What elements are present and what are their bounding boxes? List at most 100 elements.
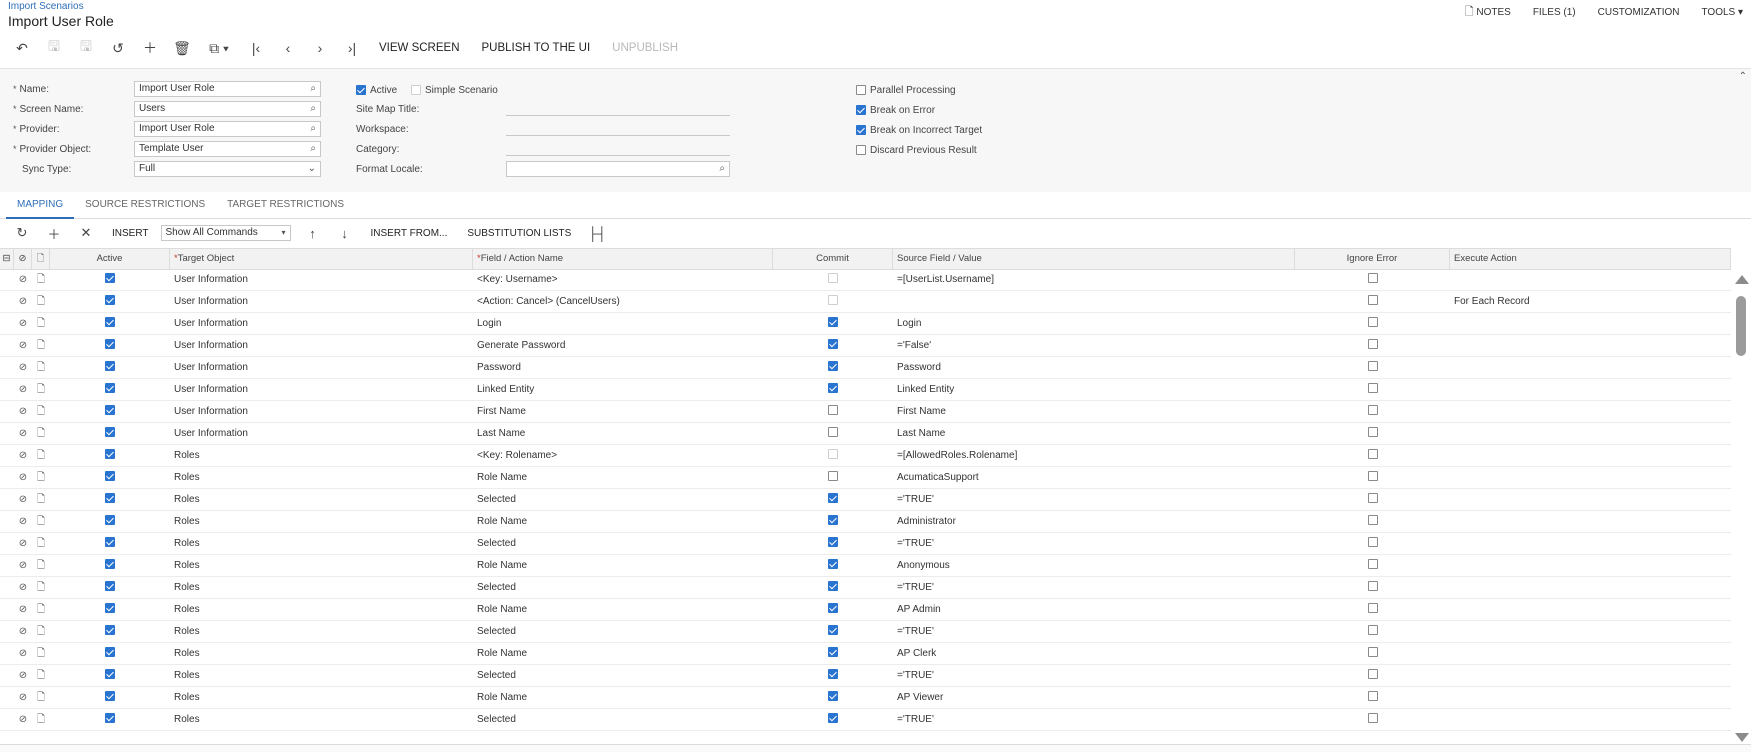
tools-button[interactable]: TOOLS ▾ <box>1701 7 1743 18</box>
ignore-error-checkbox[interactable] <box>1367 295 1378 306</box>
table-row[interactable]: ⊘ 🗋 Roles Role Name AcumaticaSupport <box>0 467 1731 489</box>
customization-button[interactable]: CUSTOMIZATION <box>1598 7 1680 18</box>
cell-source-field[interactable]: Anonymous <box>893 555 1295 577</box>
save-icon[interactable]: 🖫 <box>38 36 70 60</box>
note-icon[interactable]: 🗋 <box>32 533 50 555</box>
ignore-error-checkbox[interactable] <box>1367 449 1378 460</box>
cell-target-object[interactable]: Roles <box>170 709 473 731</box>
ignore-error-checkbox[interactable] <box>1367 339 1378 350</box>
command-filter-select[interactable]: Show All Commands ▾ <box>160 225 291 241</box>
ignore-error-checkbox[interactable] <box>1367 471 1378 482</box>
save-close-icon[interactable]: 🖫 <box>70 36 102 60</box>
cell-ignore-error[interactable] <box>1295 445 1450 467</box>
table-row[interactable]: ⊘ 🗋 User Information <Key: Username> =[UserL… <box>0 269 1731 291</box>
ignore-error-checkbox[interactable] <box>1367 691 1378 702</box>
cell-target-object[interactable]: Roles <box>170 621 473 643</box>
cell-target-object[interactable]: Roles <box>170 599 473 621</box>
files-button[interactable]: FILES (1) <box>1533 7 1576 18</box>
cell-execute-action[interactable] <box>1450 269 1731 291</box>
cell-ignore-error[interactable] <box>1295 423 1450 445</box>
cell-commit[interactable] <box>773 335 893 357</box>
move-down-icon[interactable]: ↓ <box>329 226 361 241</box>
cell-active[interactable] <box>50 357 170 379</box>
cell-commit[interactable] <box>773 269 893 291</box>
table-row[interactable]: ⊘ 🗋 User Information Login Login <box>0 313 1731 335</box>
commit-checkbox[interactable] <box>828 625 838 636</box>
active-checkbox[interactable] <box>105 427 115 438</box>
cell-field-action[interactable]: Login <box>473 313 773 335</box>
attachment-icon[interactable]: ⊘ <box>14 665 32 687</box>
note-icon[interactable]: 🗋 <box>32 335 50 357</box>
insert-button[interactable]: INSERT <box>112 228 149 239</box>
cell-source-field[interactable]: ='TRUE' <box>893 665 1295 687</box>
cell-source-field[interactable]: ='False' <box>893 335 1295 357</box>
note-icon[interactable]: 🗋 <box>32 379 50 401</box>
cell-active[interactable] <box>50 577 170 599</box>
cell-active[interactable] <box>50 643 170 665</box>
break-on-incorrect-target-checkbox[interactable]: Break on Incorrect Target <box>856 124 982 136</box>
cell-target-object[interactable]: User Information <box>170 357 473 379</box>
breadcrumb[interactable]: Import Scenarios <box>8 1 84 12</box>
commit-checkbox[interactable] <box>828 361 838 372</box>
cell-execute-action[interactable] <box>1450 313 1731 335</box>
cell-target-object[interactable]: User Information <box>170 335 473 357</box>
ignore-error-checkbox[interactable] <box>1367 713 1378 724</box>
cell-target-object[interactable]: User Information <box>170 313 473 335</box>
cell-field-action[interactable]: Selected <box>473 709 773 731</box>
commit-checkbox[interactable] <box>828 559 838 570</box>
substitution-lists-button[interactable]: SUBSTITUTION LISTS <box>467 228 571 239</box>
cell-target-object[interactable]: User Information <box>170 401 473 423</box>
cell-commit[interactable] <box>773 379 893 401</box>
cell-field-action[interactable]: Selected <box>473 621 773 643</box>
discard-previous-result-check[interactable] <box>856 145 866 156</box>
active-checkbox[interactable] <box>105 361 115 372</box>
table-row[interactable]: ⊘ 🗋 Roles Role Name Anonymous <box>0 555 1731 577</box>
note-icon[interactable]: 🗋 <box>32 357 50 379</box>
table-row[interactable]: ⊘ 🗋 Roles Selected ='TRUE' <box>0 533 1731 555</box>
row-selector-icon[interactable]: ⊟ <box>0 249 14 269</box>
active-checkbox[interactable] <box>105 537 115 548</box>
table-row[interactable]: ⊘ 🗋 Roles Role Name Administrator <box>0 511 1731 533</box>
table-row[interactable]: ⊘ 🗋 User Information First Name First Name <box>0 401 1731 423</box>
view-screen-button[interactable]: VIEW SCREEN <box>379 42 460 54</box>
cell-field-action[interactable]: <Action: Cancel> (CancelUsers) <box>473 291 773 313</box>
active-checkbox[interactable]: Active <box>356 84 397 96</box>
attachment-icon[interactable]: ⊘ <box>14 577 32 599</box>
cell-execute-action[interactable] <box>1450 401 1731 423</box>
cell-source-field[interactable]: Password <box>893 357 1295 379</box>
cell-active[interactable] <box>50 313 170 335</box>
commit-checkbox[interactable] <box>828 405 838 416</box>
note-icon[interactable]: 🗋 <box>32 599 50 621</box>
active-checkbox[interactable] <box>105 625 115 636</box>
table-row[interactable]: ⊘ 🗋 Roles Selected ='TRUE' <box>0 665 1731 687</box>
add-icon[interactable]: ＋ <box>134 38 166 58</box>
cell-active[interactable] <box>50 533 170 555</box>
attachment-icon[interactable]: ⊘ <box>14 511 32 533</box>
delete-row-icon[interactable]: ✕ <box>70 225 102 241</box>
commit-checkbox[interactable] <box>828 273 838 284</box>
search-icon[interactable]: ⌕ <box>310 82 316 96</box>
search-icon[interactable]: ⌕ <box>310 102 316 116</box>
cell-ignore-error[interactable] <box>1295 665 1450 687</box>
cell-commit[interactable] <box>773 313 893 335</box>
table-row[interactable]: ⊘ 🗋 Roles Role Name AP Admin <box>0 599 1731 621</box>
table-row[interactable]: ⊘ 🗋 Roles Role Name AP Clerk <box>0 643 1731 665</box>
cell-active[interactable] <box>50 423 170 445</box>
table-row[interactable]: ⊘ 🗋 Roles Selected ='TRUE' <box>0 621 1731 643</box>
cell-commit[interactable] <box>773 445 893 467</box>
active-checkbox[interactable] <box>105 295 115 306</box>
attachment-icon[interactable]: ⊘ <box>14 335 32 357</box>
cell-active[interactable] <box>50 687 170 709</box>
commit-checkbox[interactable] <box>828 691 838 702</box>
ignore-error-checkbox[interactable] <box>1367 493 1378 504</box>
cell-source-field[interactable]: =[AllowedRoles.Rolename] <box>893 445 1295 467</box>
commit-checkbox[interactable] <box>828 427 838 438</box>
active-checkbox[interactable] <box>105 581 115 592</box>
commit-checkbox[interactable] <box>828 449 838 460</box>
tab-target-restrictions[interactable]: TARGET RESTRICTIONS <box>216 196 355 217</box>
cell-target-object[interactable]: Roles <box>170 687 473 709</box>
cell-source-field[interactable]: ='TRUE' <box>893 621 1295 643</box>
cell-target-object[interactable]: User Information <box>170 291 473 313</box>
cell-target-object[interactable]: Roles <box>170 467 473 489</box>
scroll-down-icon[interactable] <box>1735 733 1749 742</box>
